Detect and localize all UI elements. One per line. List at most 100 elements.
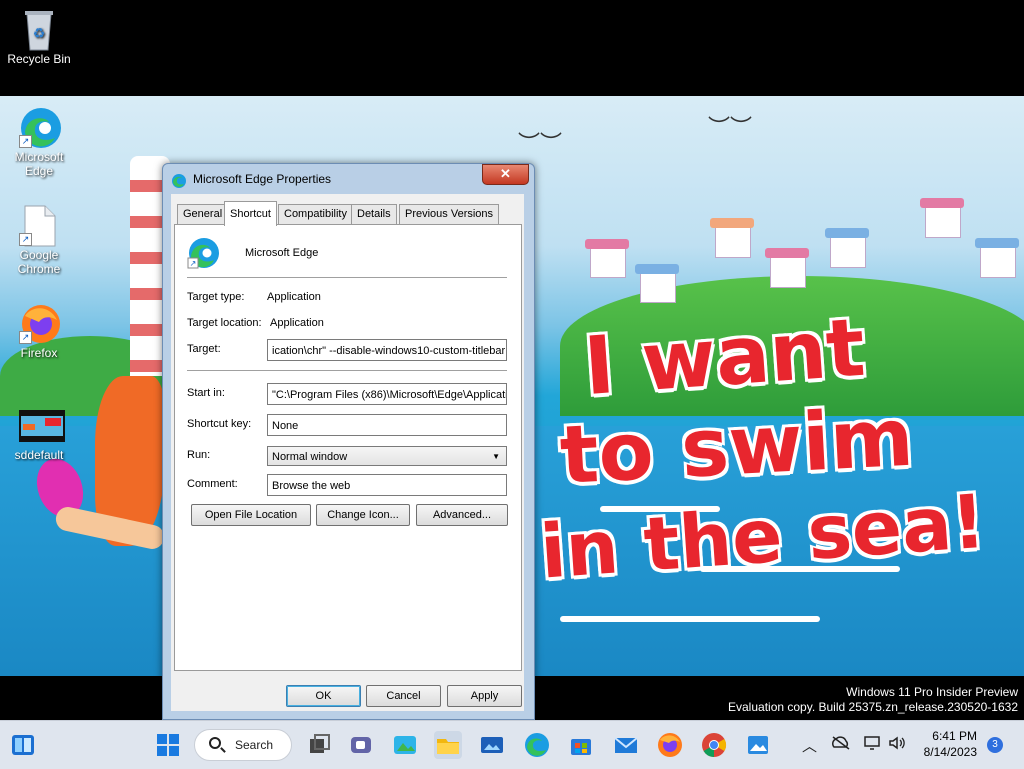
- wallpaper-house: [770, 256, 806, 288]
- desktop-icon-label: Firefox: [20, 346, 58, 360]
- tab-previous-versions[interactable]: Previous Versions: [399, 204, 500, 224]
- dialog-titlebar[interactable]: Microsoft Edge Properties ✕: [163, 164, 534, 194]
- watermark-line: Evaluation copy. Build 25375.zn_release.…: [728, 700, 1018, 714]
- desktop-icon-label: Google Chrome: [17, 248, 61, 276]
- taskbar: Search ︿ 6:41 PM 8/14/2023 3: [0, 720, 1024, 769]
- firefox-icon[interactable]: [656, 731, 684, 759]
- wallpaper-house: [830, 236, 866, 268]
- watermark-line: Windows 11 Pro Insider Preview: [846, 685, 1018, 699]
- search-label: Search: [235, 738, 274, 752]
- advanced-button[interactable]: Advanced...: [416, 504, 508, 526]
- wallpaper-house: [590, 246, 626, 278]
- shortcut-key-field[interactable]: None: [267, 414, 507, 436]
- evaluation-watermark: Windows 11 Pro Insider Preview Evaluatio…: [728, 685, 1018, 715]
- taskbar-clock[interactable]: 6:41 PM 8/14/2023: [915, 728, 977, 760]
- edge-icon: ↗: [187, 236, 221, 270]
- chevron-up-icon[interactable]: ︿: [802, 735, 817, 756]
- shortcut-arrow-icon: ↗: [19, 233, 32, 246]
- apply-button[interactable]: Apply: [447, 685, 522, 707]
- shortcut-arrow-icon: ↗: [19, 331, 32, 344]
- target-location-value: Application: [270, 317, 324, 329]
- widgets-icon[interactable]: [9, 731, 37, 759]
- shortcut-key-label: Shortcut key:: [187, 418, 252, 430]
- dialog-title: Microsoft Edge Properties: [193, 172, 332, 186]
- image-thumbnail-icon: [19, 410, 65, 444]
- svg-text:♻: ♻: [33, 25, 46, 41]
- dialog-client-area: General Shortcut Compatibility Details P…: [171, 194, 524, 711]
- tab-compatibility[interactable]: Compatibility: [278, 204, 353, 224]
- desktop-icon-google-chrome[interactable]: ↗ Google Chrome: [7, 204, 71, 276]
- file-icon: ↗: [19, 204, 59, 247]
- task-view-icon[interactable]: [305, 731, 333, 759]
- bird-icon: ︶︶: [708, 115, 753, 140]
- target-field[interactable]: ication\chr" --disable-windows10-custom-…: [267, 339, 507, 361]
- wallpaper-house: [925, 206, 961, 238]
- wallpaper-wave: [560, 616, 820, 622]
- wallpaper-house: [640, 271, 676, 303]
- recycle-bin-icon: ♻: [19, 8, 59, 51]
- wallpaper-roof: [635, 264, 679, 274]
- desktop-icon-microsoft-edge[interactable]: ↗ Microsoft Edge: [7, 106, 71, 178]
- comment-label: Comment:: [187, 478, 238, 490]
- notification-badge[interactable]: 3: [987, 737, 1003, 753]
- wallpaper-house: [980, 246, 1016, 278]
- wallpaper-roof: [765, 248, 809, 258]
- wallpaper-roof: [710, 218, 754, 228]
- target-type-value: Application: [267, 291, 321, 303]
- teams-chat-icon[interactable]: [347, 731, 375, 759]
- network-offline-icon[interactable]: [831, 735, 851, 755]
- properties-dialog: Microsoft Edge Properties ✕ General Shor…: [162, 163, 535, 720]
- edge-icon: ↗: [19, 106, 61, 148]
- desktop-icon-recycle-bin[interactable]: ♻ Recycle Bin: [7, 8, 71, 66]
- desktop-icon-label: sddefault: [14, 448, 64, 462]
- comment-field[interactable]: Browse the web: [267, 474, 507, 496]
- open-file-location-button[interactable]: Open File Location: [191, 504, 311, 526]
- shortcut-tab-page: ↗ Microsoft Edge Target type: Applicatio…: [174, 224, 522, 671]
- wallpaper-roof: [825, 228, 869, 238]
- close-button[interactable]: ✕: [482, 164, 529, 185]
- run-select-value: Normal window: [272, 451, 348, 463]
- run-label: Run:: [187, 449, 211, 461]
- tab-shortcut[interactable]: Shortcut: [224, 201, 277, 226]
- desktop-icon-label: Microsoft Edge: [14, 150, 64, 178]
- bird-icon: ︶︶: [518, 131, 563, 156]
- run-select[interactable]: Normal window ▼: [267, 446, 507, 466]
- taskbar-search[interactable]: Search: [194, 729, 292, 761]
- volume-icon[interactable]: [888, 735, 906, 755]
- clock-date: 8/14/2023: [923, 745, 977, 759]
- target-type-label: Target type:: [187, 291, 245, 303]
- cancel-button[interactable]: Cancel: [366, 685, 441, 707]
- divider: [187, 370, 507, 371]
- mail-icon[interactable]: [612, 731, 640, 759]
- change-icon-button[interactable]: Change Icon...: [316, 504, 410, 526]
- store-icon[interactable]: [567, 731, 595, 759]
- svg-text:↗: ↗: [190, 259, 197, 268]
- ok-button[interactable]: OK: [286, 685, 361, 707]
- start-in-field[interactable]: "C:\Program Files (x86)\Microsoft\Edge\A…: [267, 383, 507, 405]
- firefox-icon: ↗: [19, 302, 60, 344]
- wallpaper-roof: [585, 239, 629, 249]
- wallpaper-roof: [920, 198, 964, 208]
- file-explorer-icon[interactable]: [434, 731, 462, 759]
- desktop-icon-sddefault[interactable]: sddefault: [7, 410, 71, 462]
- edge-icon: [171, 173, 187, 189]
- image-viewer-icon[interactable]: [744, 731, 772, 759]
- app-name: Microsoft Edge: [245, 247, 319, 259]
- wallpaper-roof: [975, 238, 1019, 248]
- start-in-label: Start in:: [187, 387, 225, 399]
- photos-app-icon[interactable]: [391, 731, 419, 759]
- desktop-icon-firefox[interactable]: ↗ Firefox: [7, 302, 71, 360]
- edge-icon[interactable]: [523, 731, 551, 759]
- target-location-label: Target location:: [187, 317, 262, 329]
- close-icon: ✕: [500, 166, 511, 181]
- media-player-icon[interactable]: [478, 731, 506, 759]
- tab-details[interactable]: Details: [351, 204, 397, 224]
- start-button[interactable]: [154, 731, 182, 759]
- desktop: ︶︶ ︶︶ I want to swim in the sea! ♻ Recyc…: [0, 0, 1024, 720]
- wallpaper-house: [715, 226, 751, 258]
- wallpaper-slogan: I want to swim in the sea!: [538, 301, 1020, 596]
- tab-general[interactable]: General: [177, 204, 229, 224]
- shortcut-arrow-icon: ↗: [19, 135, 32, 148]
- chrome-icon[interactable]: [700, 731, 728, 759]
- display-icon[interactable]: [863, 735, 881, 755]
